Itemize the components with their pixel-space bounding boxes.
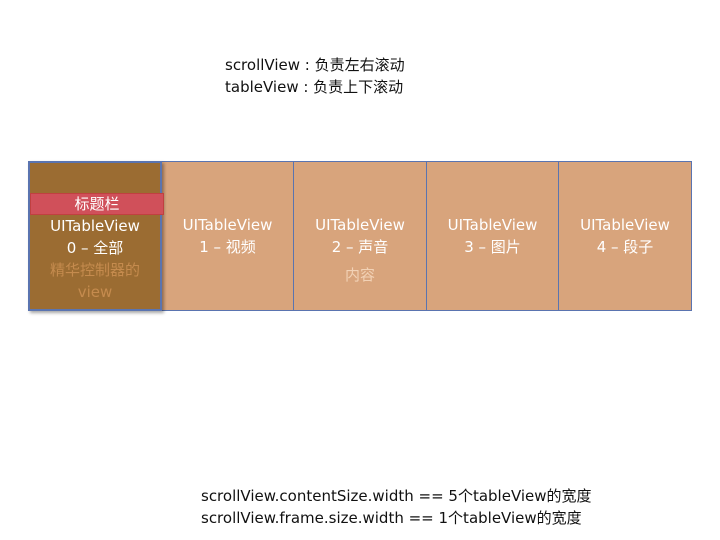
cell-0-name: UITableView	[50, 217, 140, 235]
cell-3-name: UITableView	[447, 216, 538, 234]
table-view-cell-0: 标题栏 UITableView 0 – 全部 精华控制器的 view	[28, 161, 164, 311]
controller-view-label-line2: view	[77, 283, 113, 301]
cell-3-sub: 3 – 图片	[464, 238, 521, 256]
top-notes: scrollView : 负责左右滚动 tableView : 负责上下滚动	[225, 54, 405, 98]
note-scrollview: scrollView : 负责左右滚动	[225, 56, 405, 74]
bottom-notes: scrollView.contentSize.width == 5个tableV…	[201, 485, 592, 529]
cell-1-name: UITableView	[182, 216, 273, 234]
table-view-strip: 标题栏 UITableView 0 – 全部 精华控制器的 view UITab…	[28, 161, 692, 311]
cell-2-sub: 2 – 声音	[331, 238, 389, 256]
cell-4-name: UITableView	[580, 216, 670, 234]
cell-0-sub: 0 – 全部	[66, 239, 124, 257]
table-view-cell-3: UITableView 3 – 图片	[426, 161, 559, 311]
controller-view-label-line1: 精华控制器的	[49, 261, 140, 279]
cell-0-body: UITableView 0 – 全部 精华控制器的 view	[30, 215, 160, 303]
cell-1-sub: 1 – 视频	[199, 238, 256, 256]
content-label: 内容	[344, 266, 375, 284]
cell-4-sub: 4 – 段子	[596, 238, 654, 256]
title-bar: 标题栏	[30, 193, 164, 215]
table-view-cell-2: UITableView 2 – 声音 内容	[293, 161, 427, 311]
note-content-size: scrollView.contentSize.width == 5个tableV…	[201, 487, 592, 505]
note-tableview: tableView : 负责上下滚动	[225, 78, 404, 96]
table-view-cell-1: UITableView 1 – 视频	[161, 161, 294, 311]
cell-2-name: UITableView	[315, 216, 405, 234]
table-view-cell-4: UITableView 4 – 段子	[558, 161, 692, 311]
note-frame-size: scrollView.frame.size.width == 1个tableVi…	[201, 509, 582, 527]
